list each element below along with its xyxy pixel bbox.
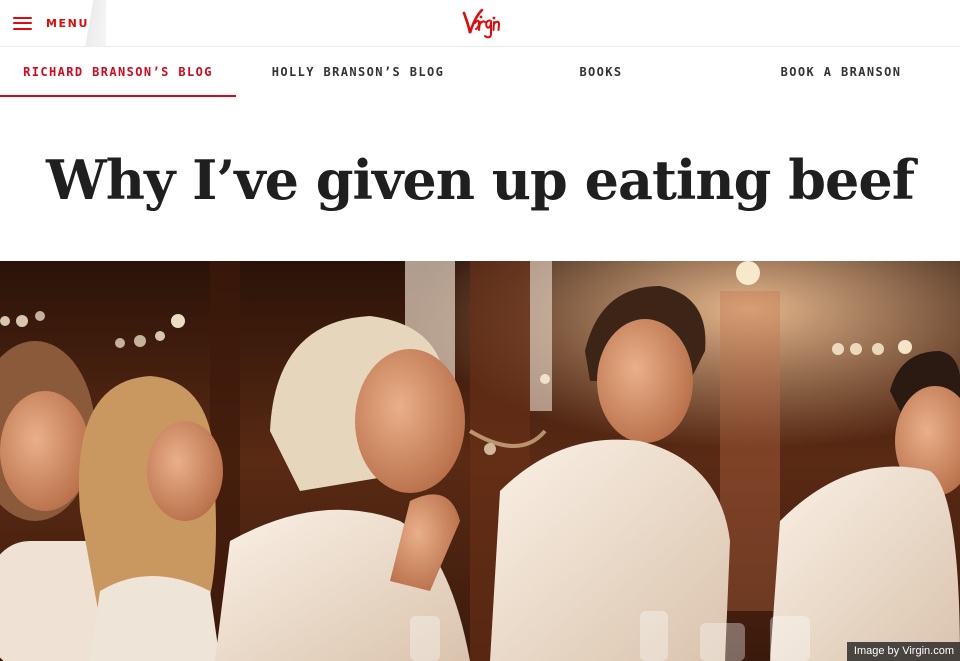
article-title: Why I’ve given up eating beef bbox=[46, 148, 915, 212]
nav-book-a-branson[interactable]: BOOK A BRANSON bbox=[722, 47, 960, 97]
nav-richard-bransons-blog[interactable]: RICHARD BRANSON’S BLOG bbox=[0, 47, 236, 97]
hamburger-icon bbox=[13, 16, 32, 30]
image-credit: Image by Virgin.com bbox=[846, 642, 960, 661]
blog-nav: RICHARD BRANSON’S BLOG HOLLY BRANSON’S B… bbox=[0, 47, 960, 97]
menu-label: MENU bbox=[46, 16, 89, 30]
dinner-photo bbox=[0, 261, 960, 661]
article-hero-image: Image by Virgin.com bbox=[0, 261, 960, 661]
top-bar: MENU bbox=[0, 0, 960, 47]
nav-books[interactable]: BOOKS bbox=[480, 47, 722, 97]
virgin-logo[interactable] bbox=[458, 3, 502, 43]
menu-button[interactable]: MENU bbox=[0, 0, 106, 46]
nav-holly-bransons-blog[interactable]: HOLLY BRANSON’S BLOG bbox=[236, 47, 480, 97]
